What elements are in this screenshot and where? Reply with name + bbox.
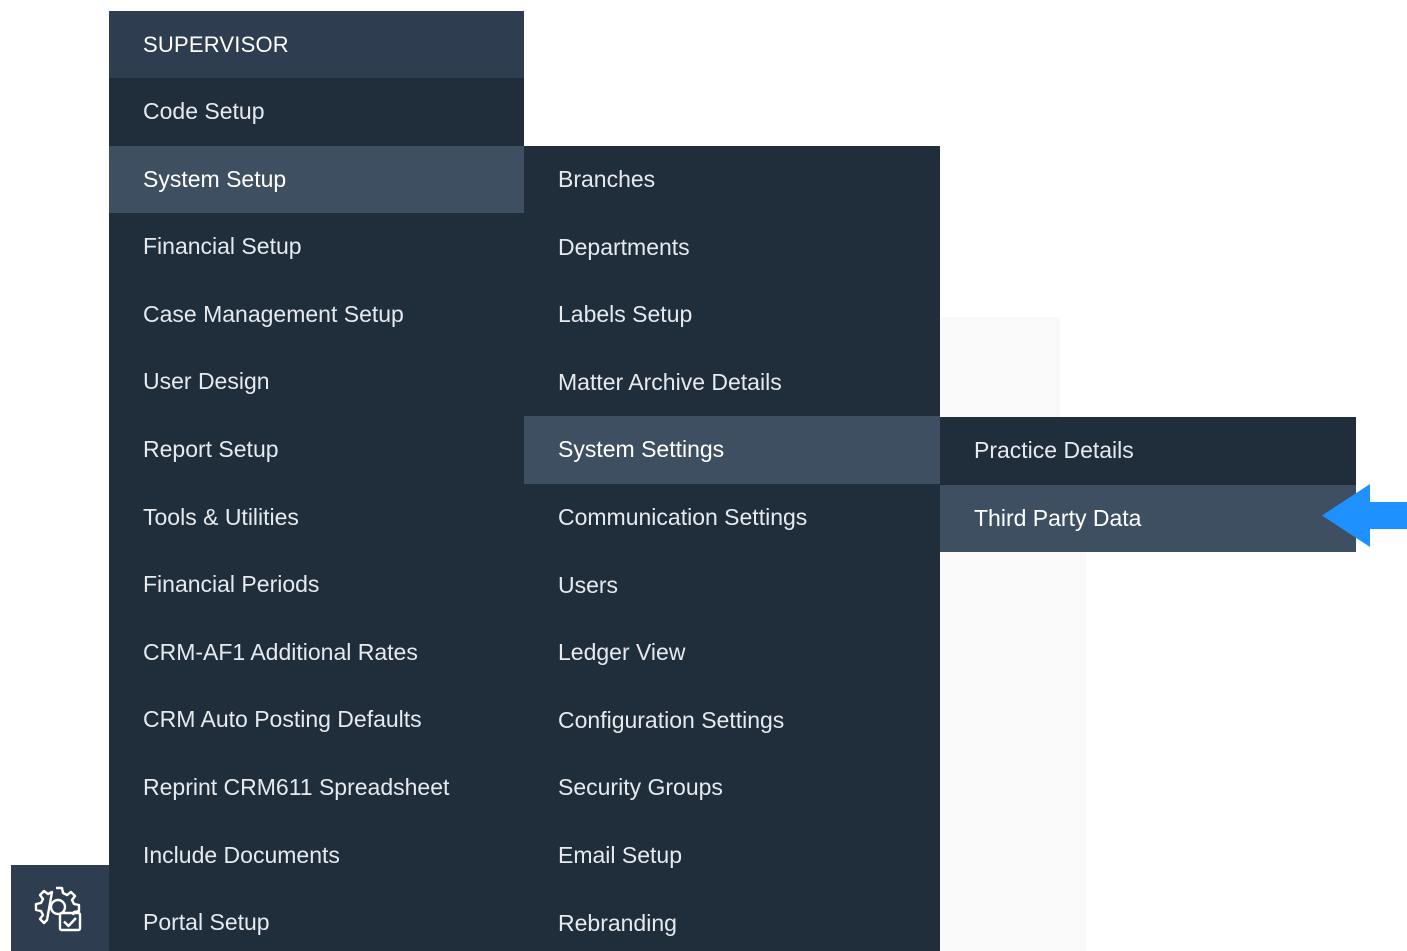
submenu-item-rebranding[interactable]: Rebranding [524, 890, 940, 951]
submenu-item-matter-archive-details[interactable]: Matter Archive Details [524, 349, 940, 417]
submenu-item-configuration-settings[interactable]: Configuration Settings [524, 687, 940, 755]
menu-item-crm-auto-posting-defaults[interactable]: CRM Auto Posting Defaults [109, 686, 524, 754]
submenu-item-departments[interactable]: Departments [524, 214, 940, 282]
settings-gear-icon [34, 886, 82, 932]
settings-tile[interactable] [11, 865, 109, 951]
background-panel [940, 317, 1060, 951]
menu-item-financial-setup[interactable]: Financial Setup [109, 213, 524, 281]
submenu-item-third-party-data[interactable]: Third Party Data [940, 484, 1356, 552]
submenu-item-branches[interactable]: Branches [524, 146, 940, 214]
submenu-item-practice-details[interactable]: Practice Details [940, 417, 1356, 485]
system-setup-submenu: Branches Departments Labels Setup Matter… [524, 146, 940, 951]
screen: SUPERVISOR Code Setup System Setup Finan… [0, 0, 1407, 951]
menu-item-financial-periods[interactable]: Financial Periods [109, 551, 524, 619]
background-panel-edge [1060, 540, 1086, 951]
menu-item-report-setup[interactable]: Report Setup [109, 416, 524, 484]
submenu-item-ledger-view[interactable]: Ledger View [524, 619, 940, 687]
menu-item-tools-utilities[interactable]: Tools & Utilities [109, 484, 524, 552]
submenu-item-email-setup[interactable]: Email Setup [524, 822, 940, 890]
supervisor-menu-header: SUPERVISOR [109, 11, 524, 78]
menu-item-crm-af1-additional-rates[interactable]: CRM-AF1 Additional Rates [109, 619, 524, 687]
pointer-arrow-icon [1322, 484, 1407, 547]
menu-item-case-management-setup[interactable]: Case Management Setup [109, 281, 524, 349]
menu-item-user-design[interactable]: User Design [109, 348, 524, 416]
menu-item-include-documents[interactable]: Include Documents [109, 822, 524, 890]
submenu-item-system-settings[interactable]: System Settings [524, 416, 940, 484]
menu-item-portal-setup[interactable]: Portal Setup [109, 889, 524, 951]
menu-item-reprint-crm611-spreadsheet[interactable]: Reprint CRM611 Spreadsheet [109, 754, 524, 822]
submenu-item-communication-settings[interactable]: Communication Settings [524, 484, 940, 552]
submenu-item-security-groups[interactable]: Security Groups [524, 754, 940, 822]
menu-item-system-setup[interactable]: System Setup [109, 145, 524, 214]
system-settings-submenu: Practice Details Third Party Data [940, 417, 1356, 552]
supervisor-menu: SUPERVISOR Code Setup System Setup Finan… [109, 11, 524, 951]
submenu-item-labels-setup[interactable]: Labels Setup [524, 281, 940, 349]
submenu-item-users[interactable]: Users [524, 552, 940, 620]
menu-item-code-setup[interactable]: Code Setup [109, 78, 524, 146]
